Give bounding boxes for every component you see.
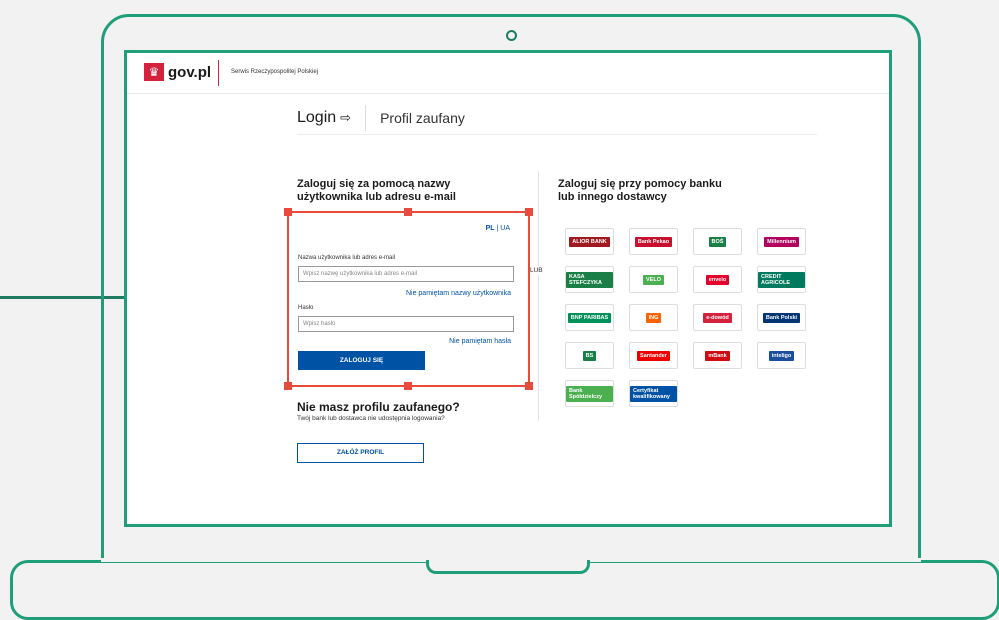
- provider-logo: ALIOR BANK: [569, 236, 610, 247]
- forgot-username-link[interactable]: Nie pamiętam nazwy użytkownika: [406, 290, 511, 297]
- corner-handle: [404, 208, 412, 216]
- no-profile-section: Nie masz profilu zaufanego? Twój bank lu…: [297, 400, 460, 422]
- create-profile-button[interactable]: ZAŁÓŻ PROFIL: [297, 443, 424, 463]
- provider-tile[interactable]: KASA STEFCZYKA: [565, 266, 614, 293]
- page-title: Login: [297, 109, 337, 126]
- laptop-notch: [426, 560, 590, 574]
- provider-tile[interactable]: Bank Polski: [757, 304, 806, 331]
- language-switch: PL | UA: [485, 225, 510, 232]
- login-section-heading: Zaloguj się za pomocą nazwy użytkownika …: [297, 178, 456, 203]
- no-profile-title: Nie masz profilu zaufanego?: [297, 400, 460, 414]
- corner-handle: [525, 382, 533, 390]
- corner-handle: [525, 208, 533, 216]
- provider-logo: ING: [645, 312, 662, 323]
- lang-ua-link[interactable]: UA: [500, 225, 510, 232]
- provider-tile[interactable]: e-dowód: [693, 304, 742, 331]
- top-bar: ♛ gov.pl Serwis Rzeczypospolitej Polskie…: [127, 53, 889, 94]
- header-divider: [218, 60, 219, 86]
- no-profile-subtitle: Twój bank lub dostawca nie udostępnia lo…: [297, 415, 445, 422]
- provider-section-heading: Zaloguj się przy pomocy banku lub innego…: [558, 178, 722, 203]
- laptop-screen: ♛ gov.pl Serwis Rzeczypospolitej Polskie…: [124, 50, 892, 527]
- provider-tile[interactable]: Santander: [629, 342, 678, 369]
- profile-title: Profil zaufany: [380, 110, 465, 126]
- provider-logo: mBank: [705, 350, 730, 361]
- provider-tile[interactable]: inteligo: [757, 342, 806, 369]
- corner-handle: [284, 208, 292, 216]
- service-name: Serwis Rzeczypospolitej Polskiej: [231, 69, 319, 75]
- corner-handle: [404, 382, 412, 390]
- header-underline: [297, 134, 817, 135]
- username-label: Nazwa użytkownika lub adres e-mail: [298, 255, 396, 261]
- provider-grid: ALIOR BANK Bank Pekao BOŚ Millennium KASA ST…: [565, 228, 806, 407]
- provider-logo: BS: [582, 350, 597, 361]
- password-field[interactable]: Wpisz hasło: [298, 316, 514, 332]
- corner-handle: [284, 382, 292, 390]
- camera-icon: [506, 30, 517, 41]
- password-label: Hasło: [298, 305, 314, 311]
- provider-tile[interactable]: envelo: [693, 266, 742, 293]
- provider-tile[interactable]: Certyfikat kwalifikowany: [629, 380, 678, 407]
- forgot-password-link[interactable]: Nie pamiętam hasła: [449, 338, 511, 345]
- provider-logo: KASA STEFCZYKA: [566, 271, 613, 288]
- login-form: PL | UA Nazwa użytkownika lub adres e-ma…: [284, 208, 533, 390]
- provider-logo: BNP PARIBAS: [567, 312, 612, 323]
- provider-logo: CREDIT AGRICOLE: [758, 271, 805, 288]
- eagle-emblem-icon: ♛: [144, 63, 164, 81]
- provider-logo: Bank Spółdzielczy: [566, 385, 613, 402]
- gov-logo[interactable]: ♛ gov.pl: [144, 63, 211, 81]
- provider-logo: VELO: [643, 274, 664, 285]
- login-arrow-icon: ⇨: [340, 110, 352, 125]
- provider-logo: inteligo: [768, 350, 795, 361]
- provider-tile[interactable]: BS: [565, 342, 614, 369]
- login-button[interactable]: ZALOGUJ SIĘ: [298, 351, 425, 370]
- provider-logo: envelo: [705, 274, 730, 285]
- provider-tile[interactable]: ALIOR BANK: [565, 228, 614, 255]
- provider-logo: Certyfikat kwalifikowany: [630, 385, 677, 402]
- provider-tile[interactable]: Bank Spółdzielczy: [565, 380, 614, 407]
- lang-pl-link[interactable]: PL: [486, 225, 495, 232]
- provider-tile[interactable]: BOŚ: [693, 228, 742, 255]
- logo-text: gov.pl: [168, 63, 212, 81]
- provider-tile[interactable]: CREDIT AGRICOLE: [757, 266, 806, 293]
- provider-logo: Millennium: [764, 236, 799, 247]
- column-divider: [538, 171, 539, 421]
- provider-tile[interactable]: mBank: [693, 342, 742, 369]
- provider-tile[interactable]: BNP PARIBAS: [565, 304, 614, 331]
- provider-logo: Santander: [637, 350, 670, 361]
- provider-tile[interactable]: ING: [629, 304, 678, 331]
- or-separator: LUB: [530, 266, 543, 275]
- provider-logo: Bank Pekao: [634, 236, 673, 247]
- provider-logo: Bank Polski: [762, 312, 801, 323]
- provider-tile[interactable]: Millennium: [757, 228, 806, 255]
- login-header: Login ⇨ Profil zaufany: [297, 105, 465, 131]
- provider-tile[interactable]: VELO: [629, 266, 678, 293]
- username-field[interactable]: Wpisz nazwę użytkownika lub adres e-mail: [298, 266, 514, 282]
- provider-logo: e-dowód: [703, 312, 732, 323]
- provider-logo: BOŚ: [708, 236, 727, 247]
- provider-tile[interactable]: Bank Pekao: [629, 228, 678, 255]
